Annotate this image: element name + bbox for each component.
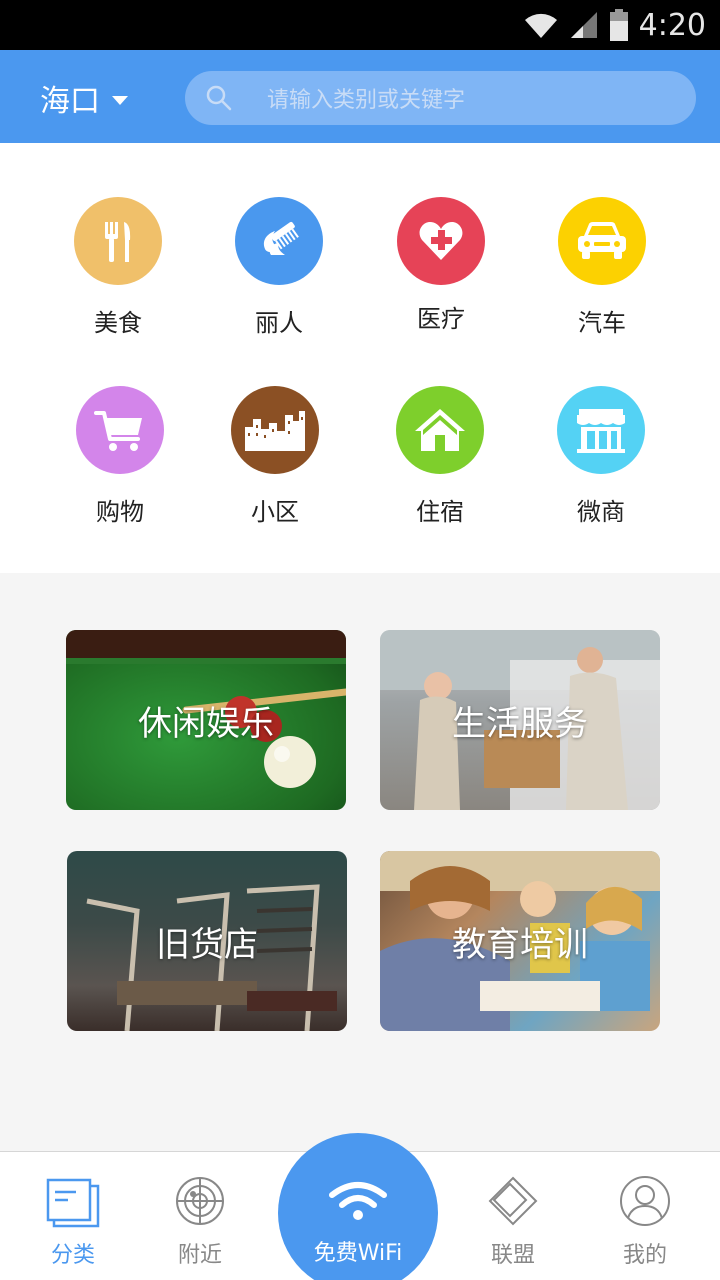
nav-nearby[interactable]: 附近 <box>145 1152 255 1280</box>
tile-life-service[interactable]: 生活服务 <box>380 630 660 810</box>
status-icons: 4:20 <box>523 4 706 46</box>
tile-leisure[interactable]: 休闲娱乐 <box>66 630 346 810</box>
category-lodging[interactable]: 住宿 <box>375 386 505 527</box>
tile-label: 教育培训 <box>452 924 588 965</box>
category-list-icon <box>46 1178 100 1228</box>
search-input[interactable]: 请输入类别或关键字 <box>185 71 696 125</box>
category-label: 购物 <box>96 498 144 526</box>
nav-label: 附近 <box>177 1243 222 1268</box>
search-icon <box>206 85 232 111</box>
cell-signal-icon <box>570 12 597 38</box>
storefront-icon <box>557 386 645 474</box>
category-label: 住宿 <box>416 498 464 526</box>
category-medical[interactable]: 医疗 <box>376 197 506 334</box>
utensils-icon <box>74 197 162 285</box>
medical-heart-icon <box>397 197 485 285</box>
category-label: 微商 <box>577 498 625 526</box>
nav-profile[interactable]: 我的 <box>590 1152 700 1280</box>
caret-down-icon <box>112 95 128 105</box>
user-icon <box>620 1176 670 1226</box>
category-label: 丽人 <box>255 309 303 337</box>
wifi-icon <box>329 1182 387 1220</box>
nav-label: 联盟 <box>490 1243 535 1268</box>
category-label: 美食 <box>94 309 142 337</box>
category-community[interactable]: 小区 <box>210 386 340 527</box>
car-icon <box>558 197 646 285</box>
category-car[interactable]: 汽车 <box>537 197 667 338</box>
house-icon <box>396 386 484 474</box>
header: 海口 请输入类别或关键字 <box>0 50 720 143</box>
nav-label: 分类 <box>50 1243 95 1268</box>
status-bar: 4:20 <box>0 0 720 50</box>
nav-label: 我的 <box>622 1243 667 1268</box>
wifi-label: 免费WiFi <box>313 1241 403 1266</box>
category-label: 汽车 <box>578 309 626 337</box>
tile-label: 旧货店 <box>156 924 258 965</box>
nav-alliance[interactable]: 联盟 <box>458 1152 568 1280</box>
diamond-icon <box>488 1176 538 1226</box>
radar-icon <box>176 1177 224 1225</box>
tile-education[interactable]: 教育培训 <box>380 851 660 1031</box>
city-label: 海口 <box>40 84 100 119</box>
category-label: 医疗 <box>417 305 465 333</box>
clock: 4:20 <box>638 7 706 43</box>
comb-icon <box>235 197 323 285</box>
category-microshop[interactable]: 微商 <box>536 386 666 527</box>
wifi-signal-icon <box>524 13 557 38</box>
category-food[interactable]: 美食 <box>53 197 183 338</box>
nav-category[interactable]: 分类 <box>18 1152 128 1280</box>
buildings-icon <box>231 386 319 474</box>
category-grid: 美食 丽人 医疗 汽车 购物 小区 住宿 微商 <box>0 143 720 573</box>
search-placeholder: 请输入类别或关键字 <box>267 88 466 113</box>
battery-icon <box>609 9 628 41</box>
city-selector[interactable]: 海口 <box>40 78 128 119</box>
category-label: 小区 <box>251 498 299 526</box>
category-shopping[interactable]: 购物 <box>55 386 185 527</box>
tile-label: 生活服务 <box>452 703 588 744</box>
free-wifi-button[interactable]: 免费WiFi <box>278 1133 438 1280</box>
shopping-cart-icon <box>76 386 164 474</box>
category-beauty[interactable]: 丽人 <box>214 197 344 338</box>
tile-label: 休闲娱乐 <box>138 703 274 744</box>
tile-secondhand[interactable]: 旧货店 <box>67 851 347 1031</box>
